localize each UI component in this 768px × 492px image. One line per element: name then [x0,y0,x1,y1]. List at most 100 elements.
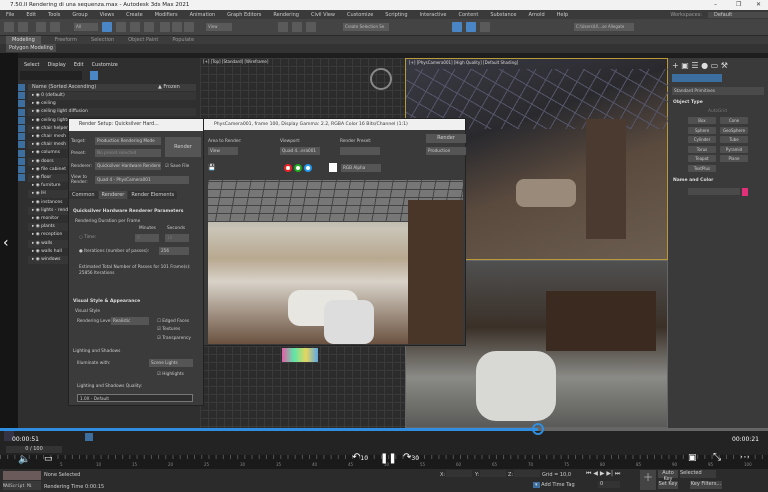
visibility-eye-icon[interactable]: ▸ ◉ [32,109,40,114]
visibility-eye-icon[interactable]: ▸ ◉ [32,191,40,196]
render-production-icon[interactable] [480,22,490,32]
save-file-checkbox[interactable]: ☑ Save File [165,164,189,169]
menu-help[interactable]: Help [551,12,574,18]
tab-render-elements[interactable]: Render Elements [128,191,178,199]
restore-button[interactable]: ❐ [736,0,741,10]
current-frame-input[interactable]: 0 [598,481,620,488]
visibility-eye-icon[interactable]: ▸ ◉ [32,241,40,246]
rendering-level-dropdown[interactable]: Realistic [111,317,149,325]
frozen-column-header[interactable]: ▲ Frozen [158,84,180,91]
unlink-icon[interactable] [50,22,60,32]
visibility-eye-icon[interactable]: ▸ ◉ [32,101,40,106]
edged-faces-checkbox[interactable]: ☐ Edged Faces [157,319,189,324]
visibility-eye-icon[interactable]: ▸ ◉ [32,183,40,188]
viewcube-icon[interactable] [370,68,392,90]
primitive-type-dropdown[interactable]: Standard Primitives [672,87,764,95]
highlights-checkbox[interactable]: ☑ Highlights [157,372,184,377]
create-cone-button[interactable]: Cone [720,117,748,124]
undo-icon[interactable] [4,22,14,32]
filter-icon[interactable] [90,71,98,80]
rendered-frame-window-icon[interactable] [466,22,476,32]
renderer-dropdown[interactable]: Quicksilver Hardware Rendere [95,162,161,170]
set-key-button[interactable]: Set Key [658,481,678,489]
more-options-icon[interactable]: ⋯ [740,452,750,463]
visibility-eye-icon[interactable]: ▸ ◉ [32,224,40,229]
move-icon[interactable] [160,22,170,32]
maxscript-listener[interactable] [3,471,41,480]
tab-modeling[interactable]: Modeling [6,36,41,44]
visibility-eye-icon[interactable]: ▸ ◉ [32,150,40,155]
volume-icon[interactable]: 🔈 [18,454,30,465]
menu-scripting[interactable]: Scripting [379,12,413,18]
visibility-eye-icon[interactable]: ▸ ◉ [32,257,40,262]
previous-arrow-icon[interactable]: ‹ [3,235,9,251]
autogrid-checkbox[interactable]: AutoGrid [708,109,727,114]
create-teapot-button[interactable]: Teapot [688,155,716,162]
time-minutes-spinner[interactable]: 0 [135,234,159,242]
iterations-spinner[interactable]: 256 [159,247,189,255]
set-key-plus-icon[interactable]: + [640,470,656,490]
visibility-eye-icon[interactable]: ▸ ◉ [32,93,40,98]
pause-icon[interactable]: ❚❚ [380,453,397,464]
selection-filter-dropdown[interactable]: All [74,23,98,31]
menu-graph-editors[interactable]: Graph Editors [221,12,267,18]
channel-dropdown[interactable]: RGB Alpha [341,164,381,172]
maxscript-input[interactable]: MAXScript Mi [3,481,41,490]
y-coordinate-input[interactable] [480,470,506,477]
scale-icon[interactable] [184,22,194,32]
link-icon[interactable] [36,22,46,32]
playback-controls[interactable]: ⏮ ◀ ▶ ▶| ⏭ [586,470,620,478]
visibility-eye-icon[interactable]: ▸ ◉ [32,142,40,147]
tab-object-paint[interactable]: Object Paint [128,36,158,44]
angle-snap-icon[interactable] [292,22,302,32]
tab-populate[interactable]: Populate [172,36,194,44]
frame-render-button[interactable]: Render [426,134,466,143]
visibility-eye-icon[interactable]: ▸ ◉ [32,216,40,221]
polygon-modeling-button[interactable]: Polygon Modeling [6,44,56,52]
command-panel-tabs[interactable]: + ▣ ☰ ● ▭ ⚒ [672,61,764,70]
auto-key-button[interactable]: Auto Key [658,470,678,482]
picture-in-picture-icon[interactable]: ▣ [688,453,697,463]
create-pyramid-button[interactable]: Pyramid [720,145,748,153]
menu-content[interactable]: Content [452,12,484,18]
transparency-checkbox[interactable]: ☑ Transparency [157,336,191,341]
create-geosphere-button[interactable]: GeoSphere [720,126,748,134]
object-name-input[interactable] [688,188,740,195]
visibility-eye-icon[interactable]: ▸ ◉ [32,118,40,123]
time-radio[interactable]: ○ Time: [79,235,96,240]
reference-coordinate-dropdown[interactable]: View [206,23,232,31]
key-filters-button[interactable]: Key Filters... [690,481,722,489]
view-to-render-dropdown[interactable]: Quad 4 - PhysCamera001 [95,176,189,184]
red-channel-toggle[interactable] [284,164,292,172]
subtitles-icon[interactable]: ▭ [44,454,53,464]
explorer-pin-icon[interactable] [85,433,93,441]
minimize-button[interactable]: – [714,0,717,10]
create-box-button[interactable]: Box [688,117,716,124]
visibility-eye-icon[interactable]: ▸ ◉ [32,126,40,131]
project-path-dropdown[interactable]: C:\Users\U\...se Allegate [574,23,634,31]
rewind-icon[interactable]: ↶10 [352,452,368,463]
menu-rendering[interactable]: Rendering [267,12,305,18]
name-and-color-header[interactable]: Name and Color [673,178,713,183]
object-type-header[interactable]: Object Type [673,100,703,105]
visibility-eye-icon[interactable]: ▸ ◉ [32,249,40,254]
visibility-eye-icon[interactable]: ▸ ◉ [32,232,40,237]
menu-customize[interactable]: Customize [341,12,379,18]
menu-animation[interactable]: Animation [184,12,222,18]
visibility-eye-icon[interactable]: ▸ ◉ [32,208,40,213]
selection-set-dropdown[interactable]: Create Selection Se [343,23,389,31]
create-torus-button[interactable]: Torus [688,145,716,153]
illuminate-dropdown[interactable]: Scene Lights [149,359,193,367]
green-channel-toggle[interactable] [294,164,302,172]
explorer-menu-select[interactable]: Select [24,62,39,68]
video-progress-knob[interactable] [531,423,544,435]
menu-civil-view[interactable]: Civil View [305,12,341,18]
viewport-camera-label[interactable]: [+] [PhysCamera001] [High Quality] [Defa… [409,60,518,65]
explorer-row[interactable]: ▸ ◉ ceiling [28,100,196,108]
background-color-swatch[interactable] [329,163,337,172]
blue-channel-toggle[interactable] [304,164,312,172]
visibility-eye-icon[interactable]: ▸ ◉ [32,159,40,164]
tab-renderer[interactable]: Renderer [98,191,128,199]
render-setup-icon[interactable] [452,22,462,32]
production-dropdown[interactable]: Production [426,147,466,155]
